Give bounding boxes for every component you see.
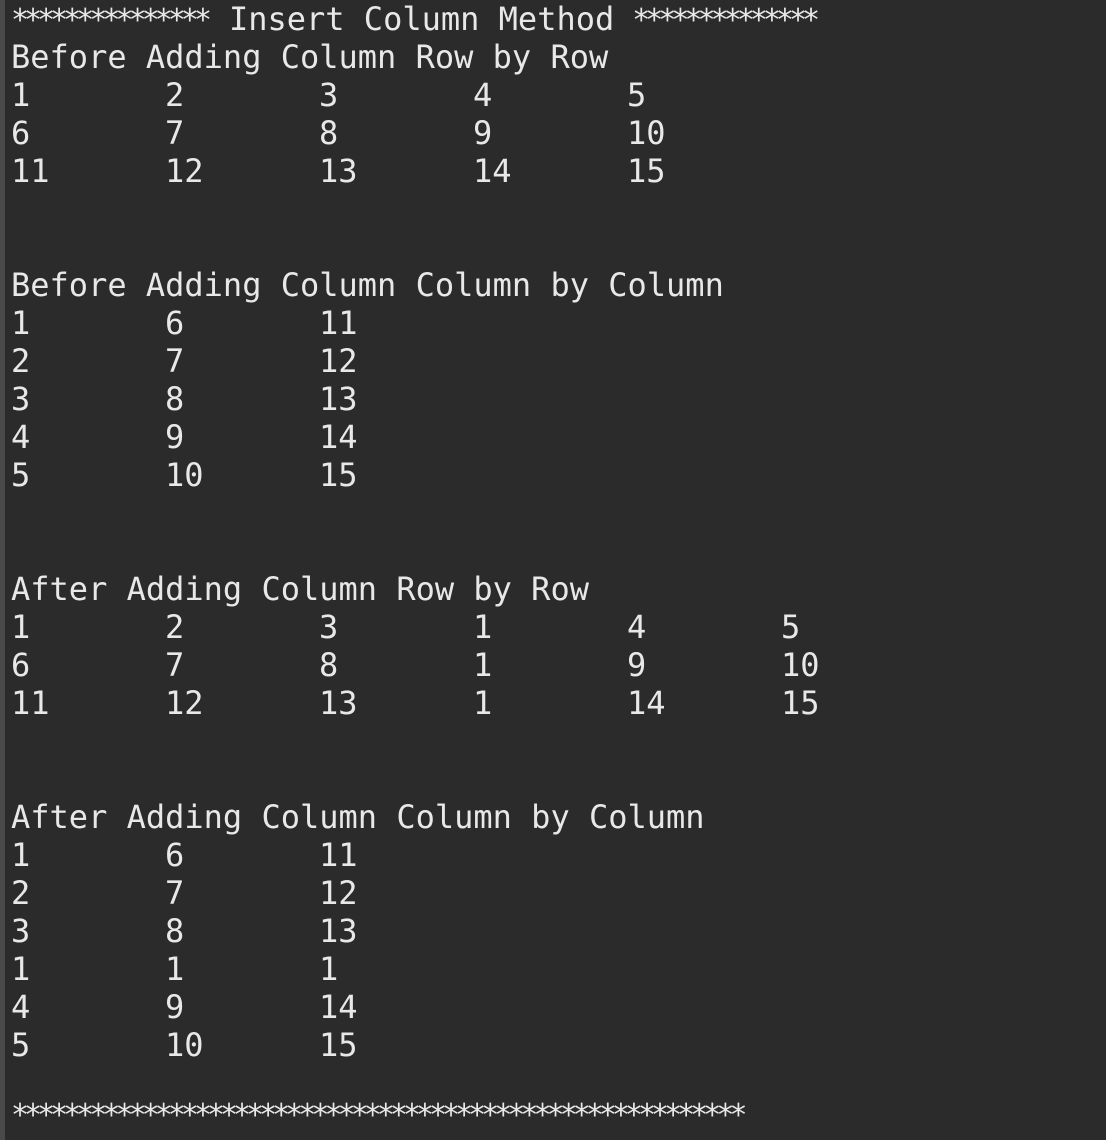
matrix-cell: 14: [319, 418, 358, 456]
matrix-row: 2 7 12: [11, 874, 1106, 912]
matrix-cell: 1: [473, 646, 493, 684]
matrix-cell: 4: [627, 608, 647, 646]
matrix-cell: 15: [627, 152, 666, 190]
matrix-cell: 3: [11, 912, 31, 950]
matrix-cell: 15: [781, 684, 820, 722]
matrix-cell: 11: [11, 684, 50, 722]
matrix-cell: 10: [165, 456, 204, 494]
matrix-cell: 5: [627, 76, 647, 114]
matrix-cell: 5: [11, 1026, 31, 1064]
matrix-cell: 12: [165, 684, 204, 722]
section-heading: Before Adding Column Column by Column: [11, 266, 724, 304]
matrix-cell: 12: [319, 342, 358, 380]
matrix-row: 3 8 13: [11, 380, 1106, 418]
matrix-cell: 3: [319, 76, 339, 114]
matrix-cell: 14: [319, 988, 358, 1026]
matrix-cell: 2: [165, 76, 185, 114]
matrix-cell: 8: [165, 912, 185, 950]
matrix-row: 11 12 13 14 15: [11, 152, 1106, 190]
footer-stars: ****************************************…: [11, 1098, 747, 1133]
title-text: Insert Column Method: [228, 0, 615, 38]
matrix-cell: 1: [11, 304, 31, 342]
section-heading: After Adding Column Row by Row: [11, 570, 589, 608]
matrix-row: 5 10 15: [11, 1026, 1106, 1064]
matrix-cell: 7: [165, 874, 185, 912]
matrix-cell: 13: [319, 684, 358, 722]
matrix-cell: 7: [165, 646, 185, 684]
matrix-row: 6 7 8 1 9 10: [11, 646, 1106, 684]
matrix-cell: 15: [319, 456, 358, 494]
matrix-cell: 2: [165, 608, 185, 646]
matrix-cell: 6: [11, 114, 31, 152]
matrix-cell: 10: [781, 646, 820, 684]
matrix-cell: 14: [473, 152, 512, 190]
matrix-row: 2 7 12: [11, 342, 1106, 380]
matrix-cell: 12: [165, 152, 204, 190]
matrix-cell: 15: [319, 1026, 358, 1064]
matrix-row: 5 10 15: [11, 456, 1106, 494]
matrix-cell: 4: [473, 76, 493, 114]
title-line: *************** Insert Column Method *****…: [11, 0, 1106, 38]
matrix-cell: 4: [11, 988, 31, 1026]
matrix-cell: 10: [627, 114, 666, 152]
title-stars-left: ***************: [11, 3, 212, 38]
matrix-cell: 11: [11, 152, 50, 190]
section-heading: After Adding Column Column by Column: [11, 798, 705, 836]
matrix-cell: 1: [11, 608, 31, 646]
matrix-cell: 7: [165, 114, 185, 152]
matrix-cell: 1: [473, 684, 493, 722]
matrix-cell: 9: [627, 646, 647, 684]
matrix-cell: 13: [319, 912, 358, 950]
matrix-row: 11 12 13 1 14 15: [11, 684, 1106, 722]
matrix-cell: 8: [319, 646, 339, 684]
matrix-cell: 13: [319, 380, 358, 418]
matrix-cell: 1: [319, 950, 339, 988]
matrix-cell: 12: [319, 874, 358, 912]
matrix-cell: 1: [473, 608, 493, 646]
matrix-row: 1 6 11: [11, 304, 1106, 342]
matrix-cell: 10: [165, 1026, 204, 1064]
matrix-cell: 14: [627, 684, 666, 722]
matrix-cell: 5: [11, 456, 31, 494]
matrix-row: 1 2 3 1 4 5: [11, 608, 1106, 646]
matrix-cell: 3: [11, 380, 31, 418]
matrix-cell: 1: [11, 836, 31, 874]
title-stars-right: **************: [632, 3, 820, 38]
matrix-row: 4 9 14: [11, 418, 1106, 456]
matrix-cell: 1: [11, 76, 31, 114]
matrix-cell: 9: [165, 988, 185, 1026]
matrix-cell: 7: [165, 342, 185, 380]
output-sections: Before Adding Column Row by Row 1 2 3 4 5 6 7 8 9…: [11, 38, 1106, 1064]
matrix-cell: 11: [319, 836, 358, 874]
section-heading: Before Adding Column Row by Row: [11, 38, 609, 76]
matrix-cell: 2: [11, 342, 31, 380]
matrix-row: 4 9 14: [11, 988, 1106, 1026]
matrix-row: 3 8 13: [11, 912, 1106, 950]
matrix-cell: 13: [319, 152, 358, 190]
matrix-cell: 3: [319, 608, 339, 646]
matrix-cell: 1: [165, 950, 185, 988]
matrix-cell: 6: [165, 836, 185, 874]
matrix-cell: 2: [11, 874, 31, 912]
matrix-cell: 6: [11, 646, 31, 684]
matrix-cell: 5: [781, 608, 801, 646]
matrix-row: 1 2 3 4 5: [11, 76, 1106, 114]
matrix-cell: 8: [165, 380, 185, 418]
matrix-cell: 9: [165, 418, 185, 456]
matrix-row: 1 1 1: [11, 950, 1106, 988]
matrix-row: 6 7 8 9 10: [11, 114, 1106, 152]
matrix-cell: 6: [165, 304, 185, 342]
matrix-cell: 4: [11, 418, 31, 456]
matrix-cell: 11: [319, 304, 358, 342]
matrix-cell: 8: [319, 114, 339, 152]
terminal-output: *************** Insert Column Method *****…: [0, 0, 1106, 1140]
matrix-cell: 9: [473, 114, 493, 152]
matrix-cell: 1: [11, 950, 31, 988]
matrix-row: 1 6 11: [11, 836, 1106, 874]
